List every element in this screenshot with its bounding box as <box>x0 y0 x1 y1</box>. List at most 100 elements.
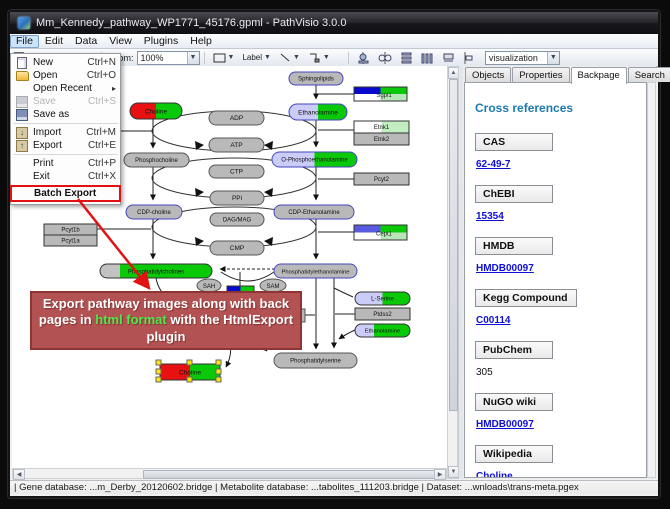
xref-link-hmdb[interactable]: HMDB00097 <box>476 263 534 274</box>
vscroll-thumb[interactable] <box>449 79 458 411</box>
menu-item-save-as[interactable]: Save as <box>11 108 120 121</box>
scroll-left-icon[interactable]: ◀ <box>13 469 25 480</box>
datanode-tool-button[interactable]: ▼ <box>209 50 239 65</box>
align-horizontal-center-button[interactable] <box>374 50 396 65</box>
svg-text:Choline: Choline <box>179 370 201 377</box>
svg-text:CDP-choline: CDP-choline <box>137 210 171 216</box>
common-size-button[interactable] <box>438 50 459 65</box>
node-sgpl1[interactable]: Sgpl1 <box>354 87 407 101</box>
node-phosphatidylcholines[interactable]: Phosphatidylcholines <box>100 264 212 278</box>
menu-item-open-recent[interactable]: Open Recent ▸ <box>11 82 120 95</box>
toolbar-separator <box>204 52 205 64</box>
node-sphingolipids[interactable]: Sphingolipids <box>289 72 343 85</box>
status-bar: | Gene database: ...m_Derby_20120602.bri… <box>10 480 658 494</box>
node-pcyt1a[interactable]: Pcyt1a <box>44 235 97 246</box>
menu-file[interactable]: File <box>10 35 39 48</box>
menu-edit[interactable]: Edit <box>39 35 69 48</box>
xref-header-wikipedia: Wikipedia <box>475 445 553 463</box>
menu-separator <box>13 154 118 155</box>
node-cmp[interactable]: CMP <box>210 241 264 255</box>
backpage-content: Cross references CAS 62-49-7 ChEBI 15354… <box>464 82 647 478</box>
node-ptdss2[interactable]: Ptdss2 <box>355 308 410 320</box>
connector-icon <box>308 52 321 63</box>
svg-text:Sphingolipids: Sphingolipids <box>298 77 334 83</box>
tab-backpage[interactable]: Backpage <box>571 67 627 84</box>
node-cept1[interactable]: Cept1 <box>354 225 407 240</box>
import-icon: ↓ <box>14 127 30 139</box>
visualization-combobox[interactable]: visualization ▼ <box>485 51 560 65</box>
menu-view[interactable]: View <box>103 35 138 48</box>
align-vertical-center-button[interactable] <box>353 50 374 65</box>
node-cdp-choline[interactable]: CDP-choline <box>126 205 182 219</box>
svg-text:Ethanolamine: Ethanolamine <box>298 110 338 117</box>
node-etnk1[interactable]: Etnk1 <box>354 121 409 133</box>
tab-search[interactable]: Search <box>628 67 670 82</box>
menu-separator <box>13 123 118 124</box>
xref-link-kegg[interactable]: C00114 <box>476 315 510 326</box>
stack-horizontal-button[interactable] <box>417 50 438 65</box>
dropdown-arrow-icon[interactable]: ▼ <box>187 52 199 64</box>
batch-export-highlight-box: Batch Export <box>10 185 121 202</box>
svg-text:Pcyt1a: Pcyt1a <box>61 239 80 245</box>
zoom-value: 100% <box>141 53 164 63</box>
node-cdp-ethanolamine[interactable]: CDP-Ethanolamine <box>274 205 354 219</box>
align-left-button[interactable] <box>459 50 479 65</box>
zoom-combobox[interactable]: 100% ▼ <box>137 51 200 65</box>
node-ctp[interactable]: CTP <box>209 165 264 178</box>
menu-plugins[interactable]: Plugins <box>138 35 184 48</box>
svg-text:Choline: Choline <box>145 109 167 116</box>
stack-vertical-icon <box>400 52 413 64</box>
tab-objects[interactable]: Objects <box>465 67 511 82</box>
title-bar[interactable]: Mm_Kennedy_pathway_WP1771_45176.gpml - P… <box>10 12 658 34</box>
node-dag-mag[interactable]: DAG/MAG <box>210 213 264 226</box>
svg-text:Etnk1: Etnk1 <box>374 125 390 131</box>
canvas-hscrollbar[interactable]: ◀ ▶ <box>12 468 447 479</box>
menu-item-import[interactable]: ↓ ImportCtrl+M <box>11 126 120 139</box>
stack-horizontal-icon <box>421 52 434 64</box>
menu-help[interactable]: Help <box>184 35 218 48</box>
node-choline-selected[interactable]: Choline <box>156 360 221 382</box>
svg-text:Etnk2: Etnk2 <box>374 137 390 143</box>
menu-item-exit[interactable]: ExitCtrl+X <box>11 170 120 183</box>
label-tool-button[interactable]: Label ▼ <box>238 50 275 65</box>
node-phosphocholine[interactable]: Phosphocholine <box>124 153 189 167</box>
node-pcyt1b[interactable]: Pcyt1b <box>44 224 97 235</box>
canvas-vscrollbar[interactable]: ▲ ▼ <box>447 66 458 479</box>
node-ethanolamine-bottom[interactable]: Ethanolamine <box>355 324 410 337</box>
xref-link-cas[interactable]: 62-49-7 <box>476 159 510 170</box>
menu-item-print[interactable]: PrintCtrl+P <box>11 157 120 170</box>
menu-data[interactable]: Data <box>69 35 103 48</box>
dropdown-arrow-icon[interactable]: ▼ <box>547 52 559 64</box>
callout-text-after: with the HtmlExport plugin <box>147 312 294 343</box>
menu-item-open[interactable]: OpenCtrl+O <box>11 69 120 82</box>
scroll-right-icon[interactable]: ▶ <box>434 469 446 480</box>
svg-text:L-Serine: L-Serine <box>371 297 394 303</box>
panel-scrollbar[interactable] <box>647 82 656 478</box>
svg-text:Phosphatidylserine: Phosphatidylserine <box>290 359 341 365</box>
menu-item-export[interactable]: ↑ ExportCtrl+E <box>11 139 120 152</box>
node-phosphatidylserine[interactable]: Phosphatidylserine <box>274 353 357 368</box>
node-phosphatidylethanolamine[interactable]: Phosphatidylethanolamine <box>274 264 357 278</box>
common-size-icon <box>442 52 455 64</box>
xref-link-nugo[interactable]: HMDB00097 <box>476 419 534 430</box>
stack-vertical-button[interactable] <box>396 50 417 65</box>
menu-item-new[interactable]: NewCtrl+N <box>11 56 120 69</box>
node-adp[interactable]: ADP <box>209 111 264 125</box>
node-choline[interactable]: Choline <box>130 103 182 119</box>
xref-link-wikipedia[interactable]: Choline <box>476 471 513 478</box>
node-l-serine[interactable]: L-Serine <box>355 292 410 305</box>
node-ppi[interactable]: PPi <box>210 191 264 205</box>
line-tool-button[interactable]: ▼ <box>275 50 304 65</box>
svg-text:PPi: PPi <box>232 195 242 202</box>
node-atp[interactable]: ATP <box>209 138 264 152</box>
node-etnk2[interactable]: Etnk2 <box>354 133 409 145</box>
menu-item-batch-export[interactable]: Batch Export <box>12 187 119 200</box>
node-o-phosphoethanolamine[interactable]: O-Phosphoethanolamine <box>272 152 357 167</box>
connector-tool-button[interactable]: ▼ <box>304 50 334 65</box>
hscroll-thumb[interactable] <box>143 470 435 479</box>
node-pcyt2[interactable]: Pcyt2 <box>354 173 409 185</box>
xref-link-chebi[interactable]: 15354 <box>476 211 504 222</box>
svg-text:ATP: ATP <box>230 142 242 149</box>
tab-properties[interactable]: Properties <box>512 67 569 82</box>
node-ethanolamine[interactable]: Ethanolamine <box>289 104 347 120</box>
